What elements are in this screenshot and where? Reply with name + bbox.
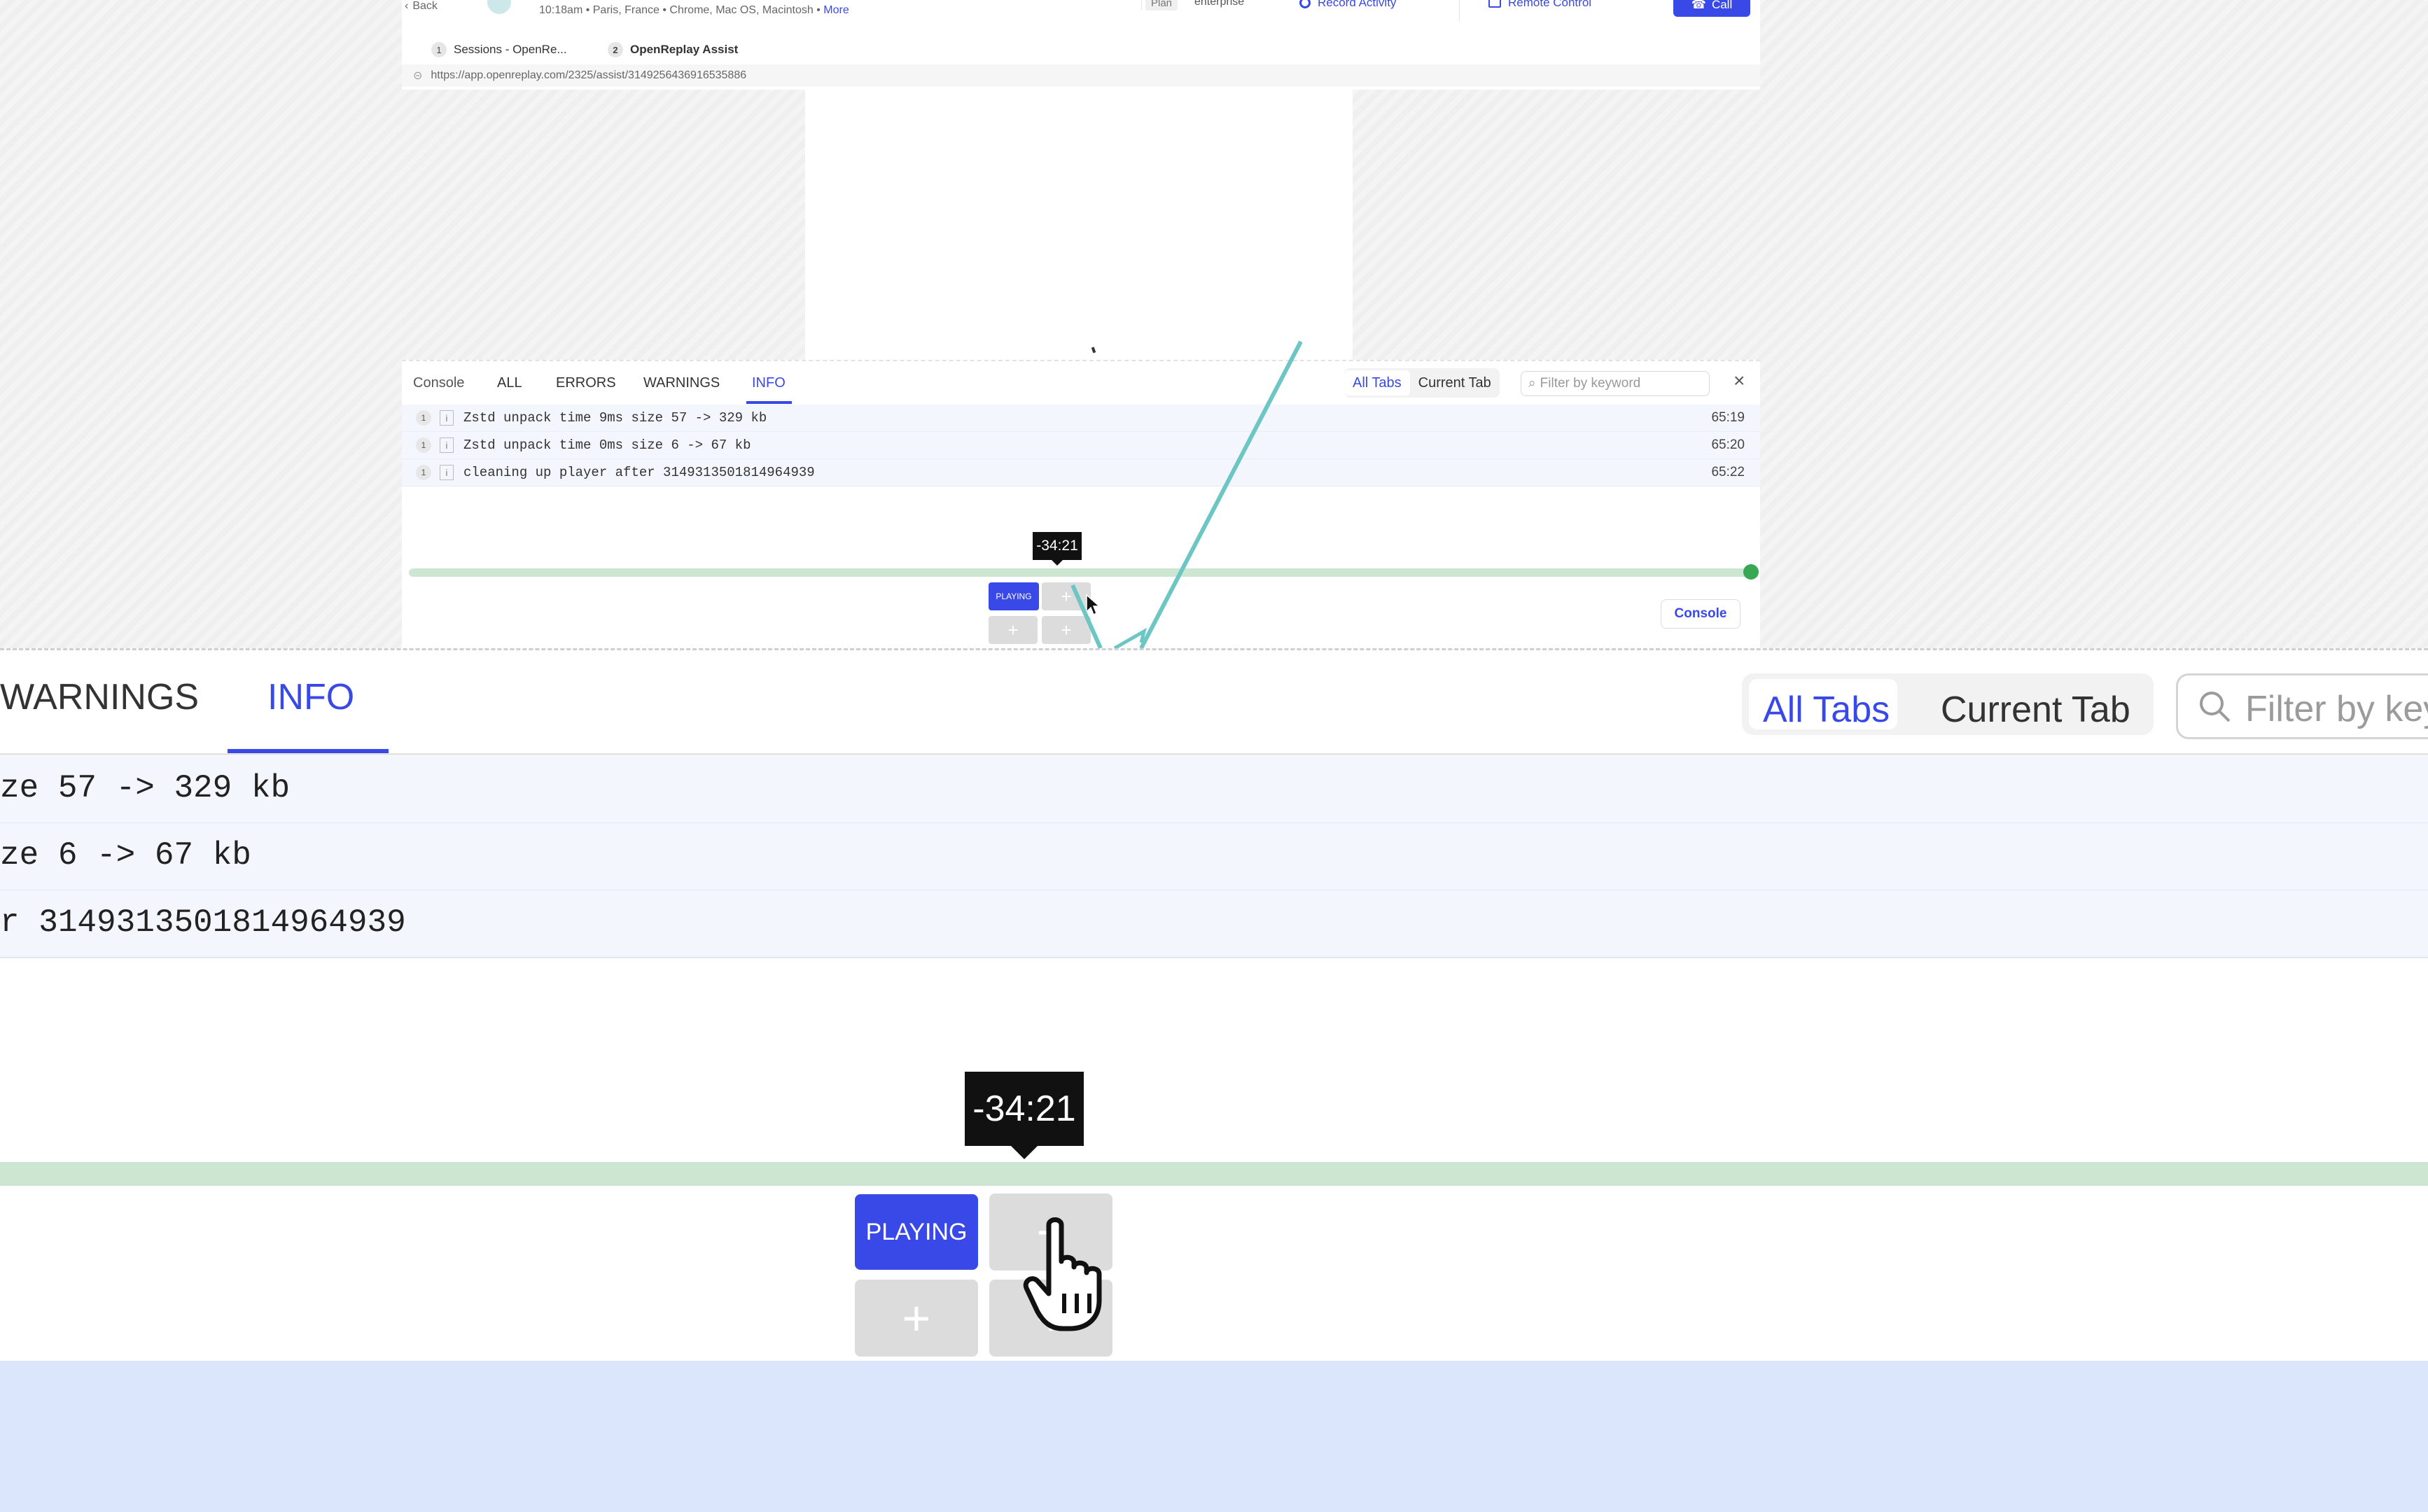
timeline-track[interactable]: [0, 1162, 2428, 1186]
annotation-overlay: [1070, 340, 1303, 650]
scope-all-tabs[interactable]: All Tabs: [1763, 689, 1890, 731]
tab-info[interactable]: INFO: [267, 676, 354, 718]
search-icon: [2200, 692, 2231, 722]
filter-input[interactable]: Filter by key: [2176, 673, 2428, 739]
hand-pointer-icon: [1023, 1217, 1102, 1331]
annotation-line: [1113, 627, 1147, 650]
scope-current-tab[interactable]: Current Tab: [1941, 689, 2130, 731]
scope-toggle: All Tabs Current Tab: [1742, 673, 2154, 735]
playing-button[interactable]: PLAYING: [855, 1194, 978, 1270]
zoom-console-tabbar: WARNINGS INFO All Tabs Current Tab Filte…: [0, 651, 2428, 755]
log-row[interactable]: r 3149313501814964939: [0, 890, 2428, 958]
tab-warnings[interactable]: WARNINGS: [0, 676, 199, 718]
tooltip-arrow: [1011, 1146, 1038, 1159]
timeline-tooltip: -34:21: [965, 1072, 1084, 1146]
log-row[interactable]: ze 6 -> 67 kb: [0, 823, 2428, 891]
zoom-divider: [0, 648, 2428, 650]
annotation-line: [1070, 584, 1103, 650]
active-tab-indicator: [228, 749, 389, 753]
log-row[interactable]: ze 57 -> 329 kb: [0, 756, 2428, 824]
annotation-line: [1139, 340, 1303, 650]
plus-button[interactable]: +: [855, 1280, 978, 1357]
bottom-band: [0, 1361, 2428, 1512]
